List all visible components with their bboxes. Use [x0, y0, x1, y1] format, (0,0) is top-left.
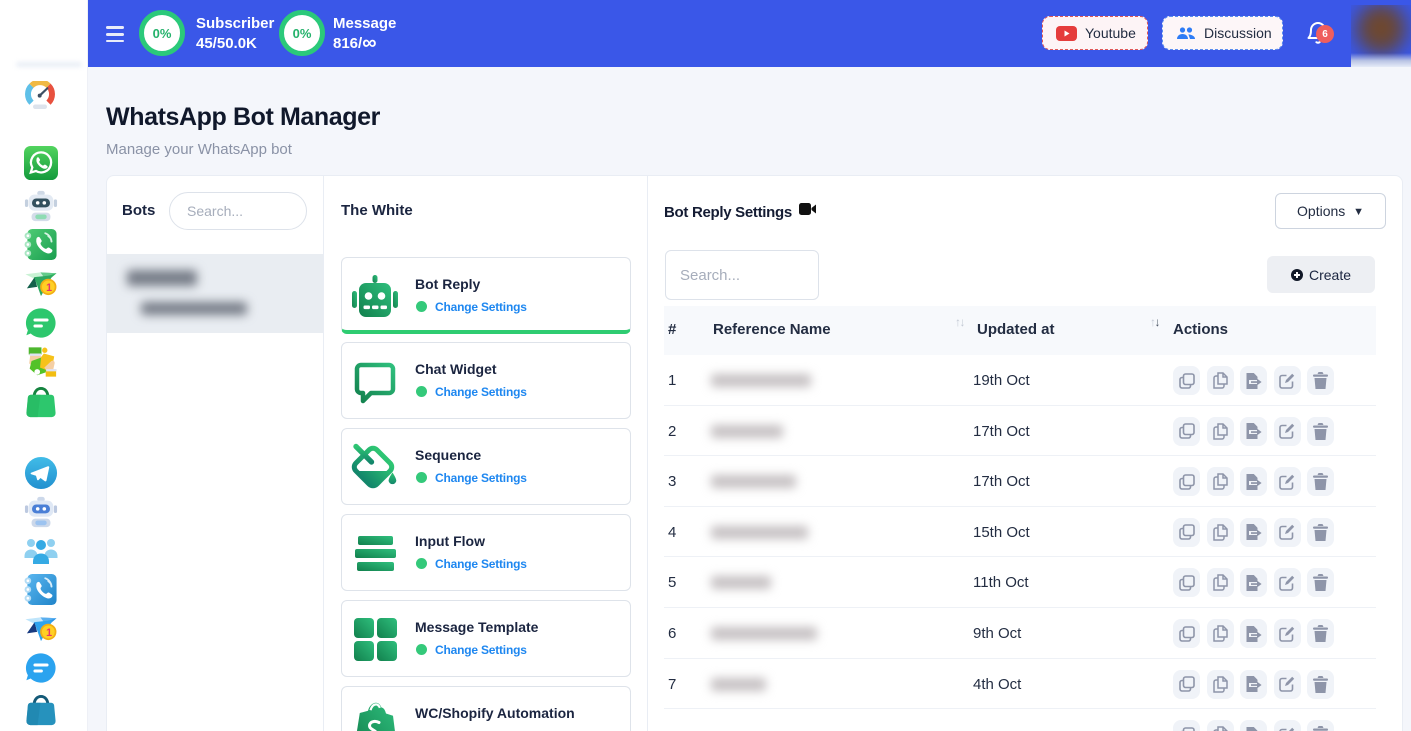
svg-text:1: 1	[46, 282, 52, 294]
svg-text:1: 1	[46, 627, 52, 639]
